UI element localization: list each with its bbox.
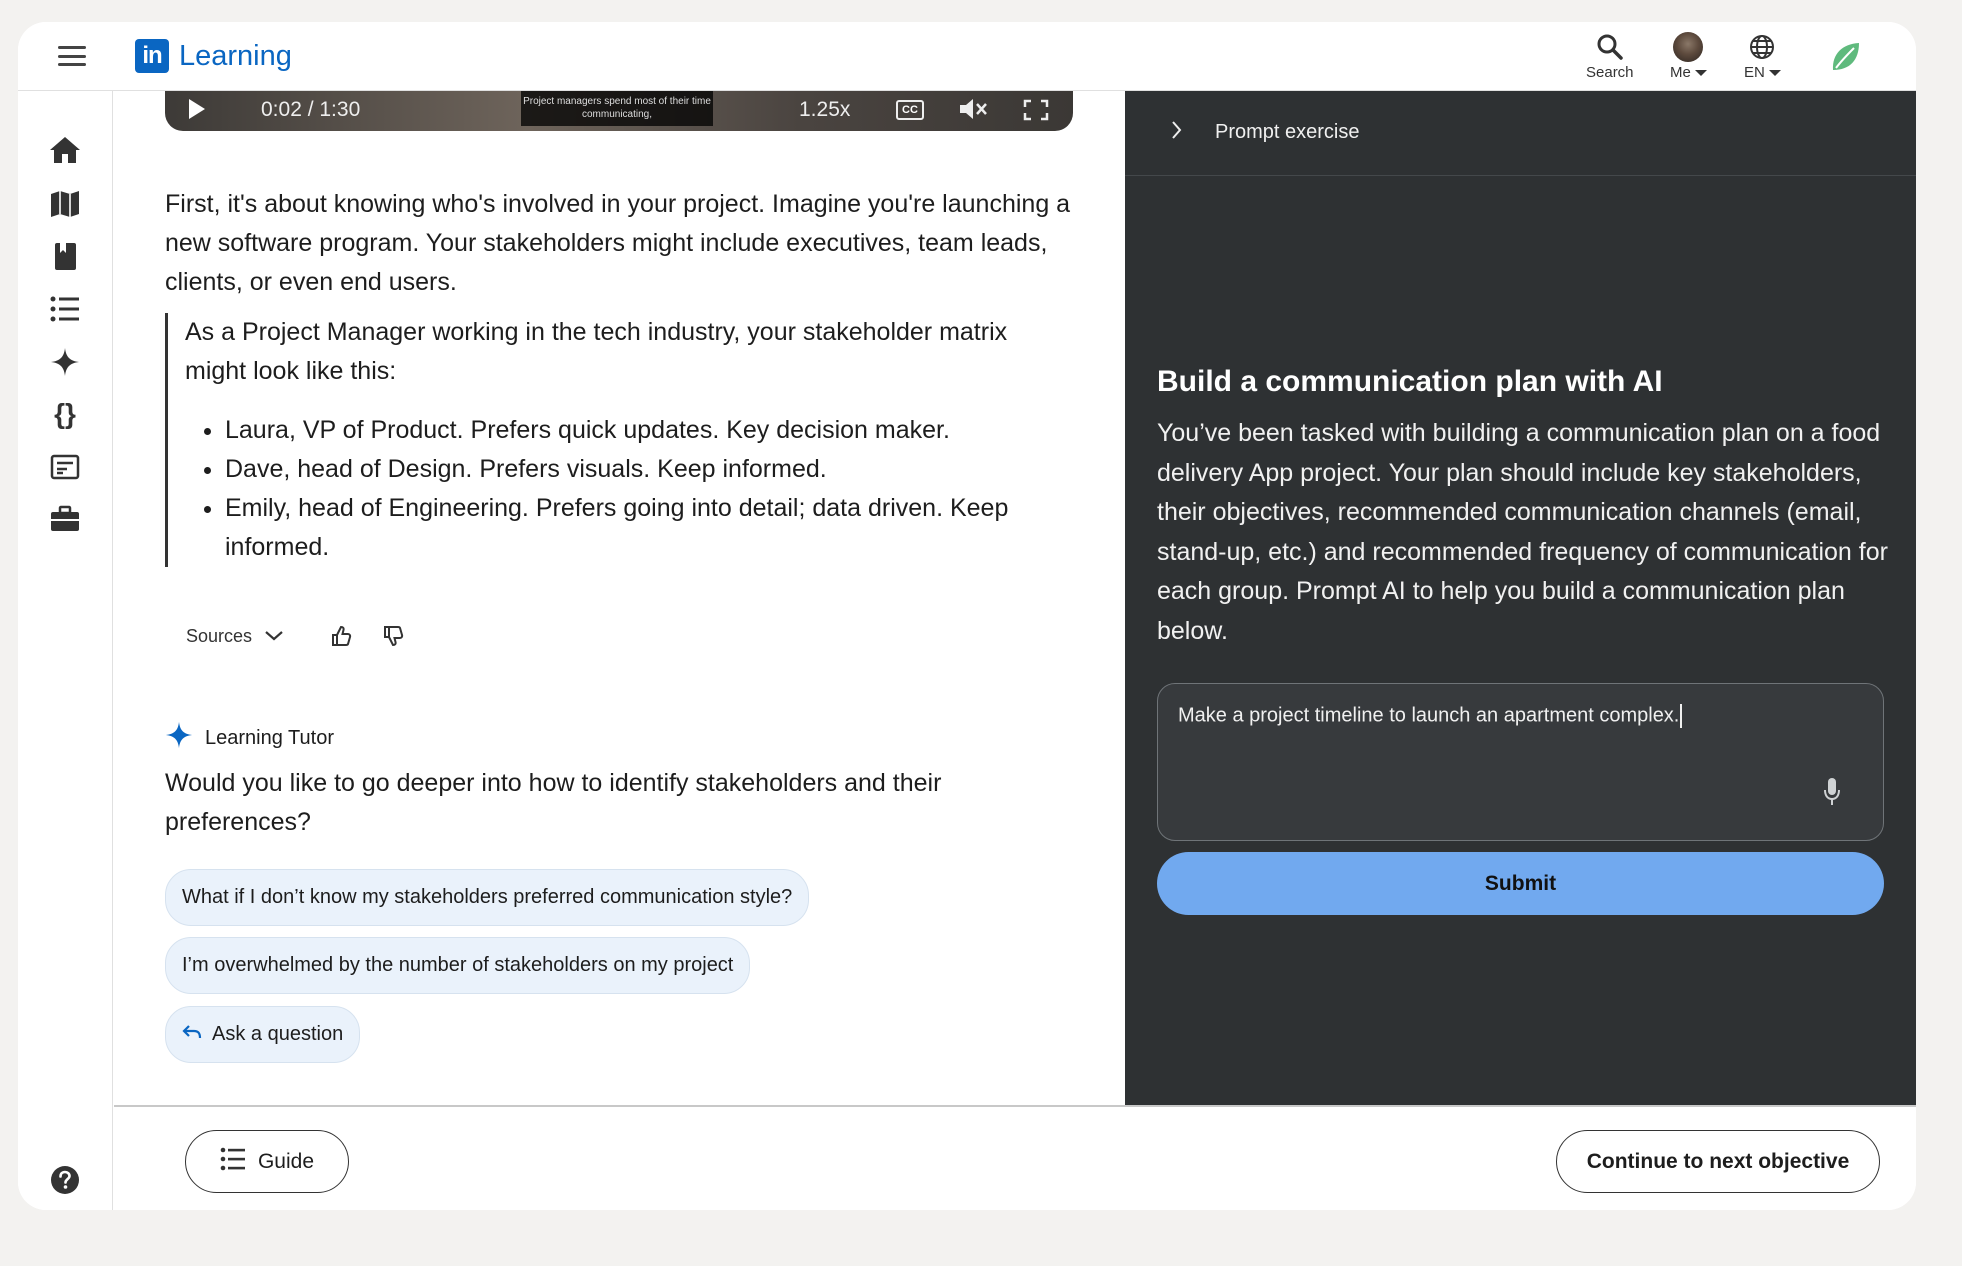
reply-icon [182,1023,202,1047]
video-time: 0:02 / 1:30 [261,98,361,121]
caret-down-icon [1768,70,1781,77]
list-item: Dave, head of Design. Prefers visuals. K… [225,450,1045,489]
stakeholder-quote: As a Project Manager working in the tech… [165,313,1045,567]
closed-captions-button[interactable]: CC [896,100,924,120]
app-window: in Learning Search Me EN {} 0:02 / 1:30 … [18,22,1916,1210]
text-cursor [1680,704,1682,728]
search-icon [1596,30,1624,64]
list-item: Laura, VP of Product. Prefers quick upda… [225,411,1045,450]
prompt-input[interactable]: Make a project timeline to launch an apa… [1157,683,1884,841]
main-content: 0:02 / 1:30 Project managers spend most … [114,91,1124,1105]
submit-button[interactable]: Submit [1157,852,1884,915]
nav-search[interactable]: Search [1586,30,1634,81]
top-bar: in Learning Search Me EN [18,22,1916,91]
panel-title: Prompt exercise [1215,121,1360,143]
linkedin-logo-mark: in [135,39,169,73]
suggestion-chip[interactable]: I’m overwhelmed by the number of stakeho… [165,937,751,994]
linkedin-learning-logo[interactable]: in Learning [135,39,292,73]
quote-intro: As a Project Manager working in the tech… [185,318,1008,385]
home-icon[interactable] [48,133,82,167]
play-icon[interactable] [189,99,205,119]
briefcase-icon[interactable] [48,502,82,536]
prompt-exercise-panel: Prompt exercise Build a communication pl… [1125,91,1916,1105]
sparkle-icon [165,721,193,755]
chevron-right-icon[interactable] [1169,119,1183,146]
list-icon[interactable] [48,292,82,326]
avatar [1673,32,1704,62]
tutor-question: Would you like to go deeper into how to … [165,769,942,836]
sources-label[interactable]: Sources [186,626,252,647]
intro-paragraph: First, it's about knowing who's involved… [165,190,1071,296]
playback-speed[interactable]: 1.25x [799,98,850,122]
logo-text: Learning [179,39,292,72]
me-label: Me [1670,64,1691,81]
help-icon[interactable] [50,1165,80,1200]
thumbs-down-icon[interactable] [382,625,404,647]
chevron-down-icon[interactable] [264,626,284,647]
globe-icon [1748,30,1776,64]
footer-bar: Guide Continue to next objective [114,1105,1916,1210]
menu-icon[interactable] [58,46,86,66]
search-label: Search [1586,64,1634,81]
learning-tutor-header: Learning Tutor [165,721,334,755]
exercise-description: You’ve been tasked with building a commu… [1157,419,1888,645]
leaf-icon[interactable] [1828,40,1862,79]
prompt-value: Make a project timeline to launch an apa… [1178,704,1680,727]
continue-button[interactable]: Continue to next objective [1556,1130,1880,1193]
ask-question-label: Ask a question [212,1023,344,1045]
fullscreen-icon[interactable] [1023,99,1049,126]
list-item: Emily, head of Engineering. Prefers goin… [225,489,1045,567]
ask-question-chip[interactable]: Ask a question [165,1006,361,1063]
suggestion-chip[interactable]: What if I don’t know my stakeholders pre… [165,869,810,926]
guide-label: Guide [257,1149,315,1173]
exercise-heading: Build a communication plan with AI [1157,365,1663,398]
stakeholder-list: Laura, VP of Product. Prefers quick upda… [185,411,1045,567]
guide-button[interactable]: Guide [185,1130,349,1193]
video-player[interactable]: 0:02 / 1:30 Project managers spend most … [165,91,1073,131]
certificate-icon[interactable] [48,450,82,484]
feedback-row: Sources [186,625,434,647]
lang-label: EN [1744,64,1765,81]
thumbs-up-icon[interactable] [330,625,352,647]
tutor-label: Learning Tutor [205,726,334,749]
nav-me[interactable]: Me [1670,30,1707,81]
video-caption: Project managers spend most of their tim… [521,91,713,126]
list-icon [220,1147,246,1177]
sparkle-icon[interactable] [48,345,82,379]
map-icon[interactable] [48,187,82,221]
left-rail: {} [18,91,113,1210]
mute-icon[interactable] [958,97,988,126]
caret-down-icon [1694,70,1707,77]
microphone-icon[interactable] [1822,776,1842,813]
braces-icon[interactable]: {} [48,397,82,431]
panel-header[interactable]: Prompt exercise [1125,91,1916,176]
nav-language[interactable]: EN [1744,30,1781,81]
book-icon[interactable] [48,240,82,274]
